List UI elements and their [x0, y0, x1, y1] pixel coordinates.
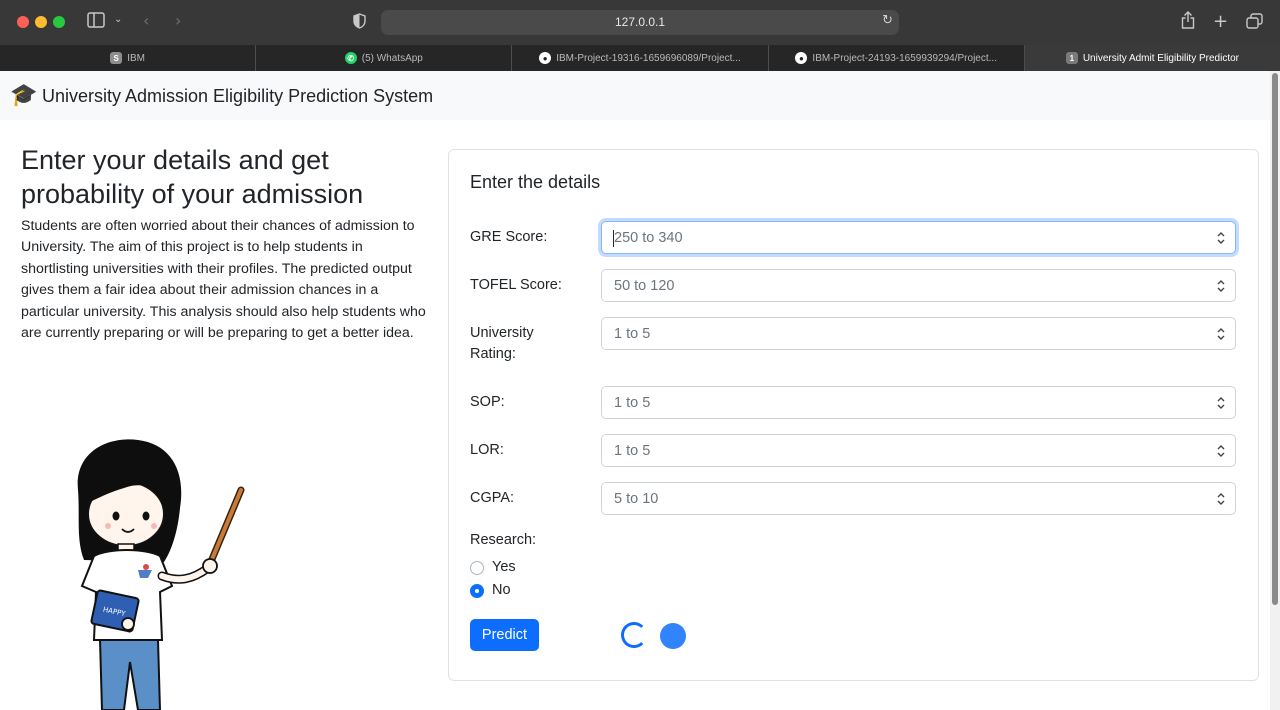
hero-title: Enter your details and get probability o…	[21, 145, 364, 209]
tab-whatsapp[interactable]: ✆ (5) WhatsApp	[256, 45, 513, 71]
new-tab-icon[interactable]: +	[1213, 11, 1228, 32]
gre-score-input[interactable]: 250 to 340	[601, 221, 1236, 254]
back-arrow-icon[interactable]: ‹	[143, 11, 149, 30]
cgpa-placeholder: 5 to 10	[614, 491, 659, 507]
tab-bar: S IBM ✆ (5) WhatsApp ● IBM-Project-19316…	[0, 45, 1280, 71]
scrollbar-thumb[interactable]	[1272, 73, 1278, 605]
forward-arrow-icon[interactable]: ›	[175, 11, 181, 30]
github-icon: ●	[795, 52, 808, 64]
predict-button[interactable]: Predict	[470, 619, 539, 651]
number-spinner-icon[interactable]	[1217, 279, 1225, 293]
github-icon: ●	[539, 52, 552, 64]
reload-icon[interactable]: ↻	[882, 13, 893, 28]
form-title: Enter the details	[470, 172, 601, 192]
loading-spinner-icon	[621, 622, 647, 648]
address-bar[interactable]: 127.0.0.1 ↻	[381, 10, 899, 35]
lor-input[interactable]: 1 to 5	[601, 434, 1236, 467]
loading-grow-indicator	[660, 623, 686, 649]
lor-placeholder: 1 to 5	[614, 443, 651, 459]
cgpa-label: CGPA:	[470, 490, 515, 506]
privacy-shield-icon[interactable]	[353, 13, 366, 33]
tab-title: IBM	[127, 52, 145, 64]
url-text: 127.0.0.1	[614, 15, 666, 29]
tab-github-project-24193[interactable]: ● IBM-Project-24193-1659939294/Project..…	[769, 45, 1025, 71]
share-icon[interactable]	[1181, 11, 1195, 33]
chevron-down-icon[interactable]: ⌄	[114, 14, 122, 25]
tab-title: IBM-Project-19316-1659696089/Project...	[556, 52, 741, 64]
sop-input[interactable]: 1 to 5	[601, 386, 1236, 419]
research-yes-radio[interactable]	[470, 561, 484, 575]
minimize-window-button[interactable]	[35, 16, 47, 28]
tab-number-icon: 1	[1065, 52, 1078, 64]
university-rating-label: University Rating:	[470, 325, 534, 362]
navbar: 🎓 University Admission Eligibility Predi…	[0, 71, 1270, 120]
brand-title[interactable]: University Admission Eligibility Predict…	[42, 86, 433, 107]
sop-label: SOP:	[470, 394, 505, 410]
page-scrollbar[interactable]	[1270, 71, 1280, 710]
tofel-score-label: TOFEL Score:	[470, 277, 562, 293]
tab-title: University Admit Eligibility Predictor	[1082, 52, 1239, 64]
tab-overview-icon[interactable]	[1246, 13, 1263, 33]
whatsapp-icon: ✆	[344, 52, 357, 64]
hero-description: Students are often worried about their c…	[21, 218, 426, 342]
close-window-button[interactable]	[17, 16, 29, 28]
tofel-score-input[interactable]: 50 to 120	[601, 269, 1236, 302]
number-spinner-icon[interactable]	[1217, 396, 1225, 410]
sop-placeholder: 1 to 5	[614, 395, 651, 411]
tab-title: IBM-Project-24193-1659939294/Project...	[812, 52, 997, 64]
university-rating-placeholder: 1 to 5	[614, 326, 651, 342]
cgpa-input[interactable]: 5 to 10	[601, 482, 1236, 515]
tofel-score-placeholder: 50 to 120	[614, 278, 675, 294]
gre-score-label: GRE Score:	[470, 229, 548, 245]
research-label: Research:	[470, 532, 537, 548]
research-no-radio[interactable]	[470, 584, 484, 598]
university-rating-input[interactable]: 1 to 5	[601, 317, 1236, 350]
ibm-favicon-icon: S	[110, 52, 123, 64]
zoom-window-button[interactable]	[53, 16, 65, 28]
number-spinner-icon[interactable]	[1217, 327, 1225, 341]
research-no-label[interactable]: No	[492, 582, 511, 598]
graduation-cap-icon: 🎓	[10, 83, 38, 108]
research-yes-label[interactable]: Yes	[492, 559, 516, 575]
gre-score-placeholder: 250 to 340	[614, 230, 683, 246]
number-spinner-icon[interactable]	[1217, 492, 1225, 506]
tab-github-project-19316[interactable]: ● IBM-Project-19316-1659696089/Project..…	[512, 45, 769, 71]
sidebar-toggle-icon[interactable]	[87, 12, 105, 32]
browser-titlebar: ⌄ ‹ › 127.0.0.1 ↻ +	[0, 0, 1280, 45]
student-illustration: HAPPY	[77, 439, 245, 710]
tab-admit-predictor[interactable]: 1 University Admit Eligibility Predictor	[1024, 45, 1280, 71]
tab-ibm[interactable]: S IBM	[0, 45, 257, 71]
number-spinner-icon[interactable]	[1217, 231, 1225, 245]
lor-label: LOR:	[470, 442, 504, 458]
tab-title: (5) WhatsApp	[361, 52, 423, 64]
number-spinner-icon[interactable]	[1217, 444, 1225, 458]
